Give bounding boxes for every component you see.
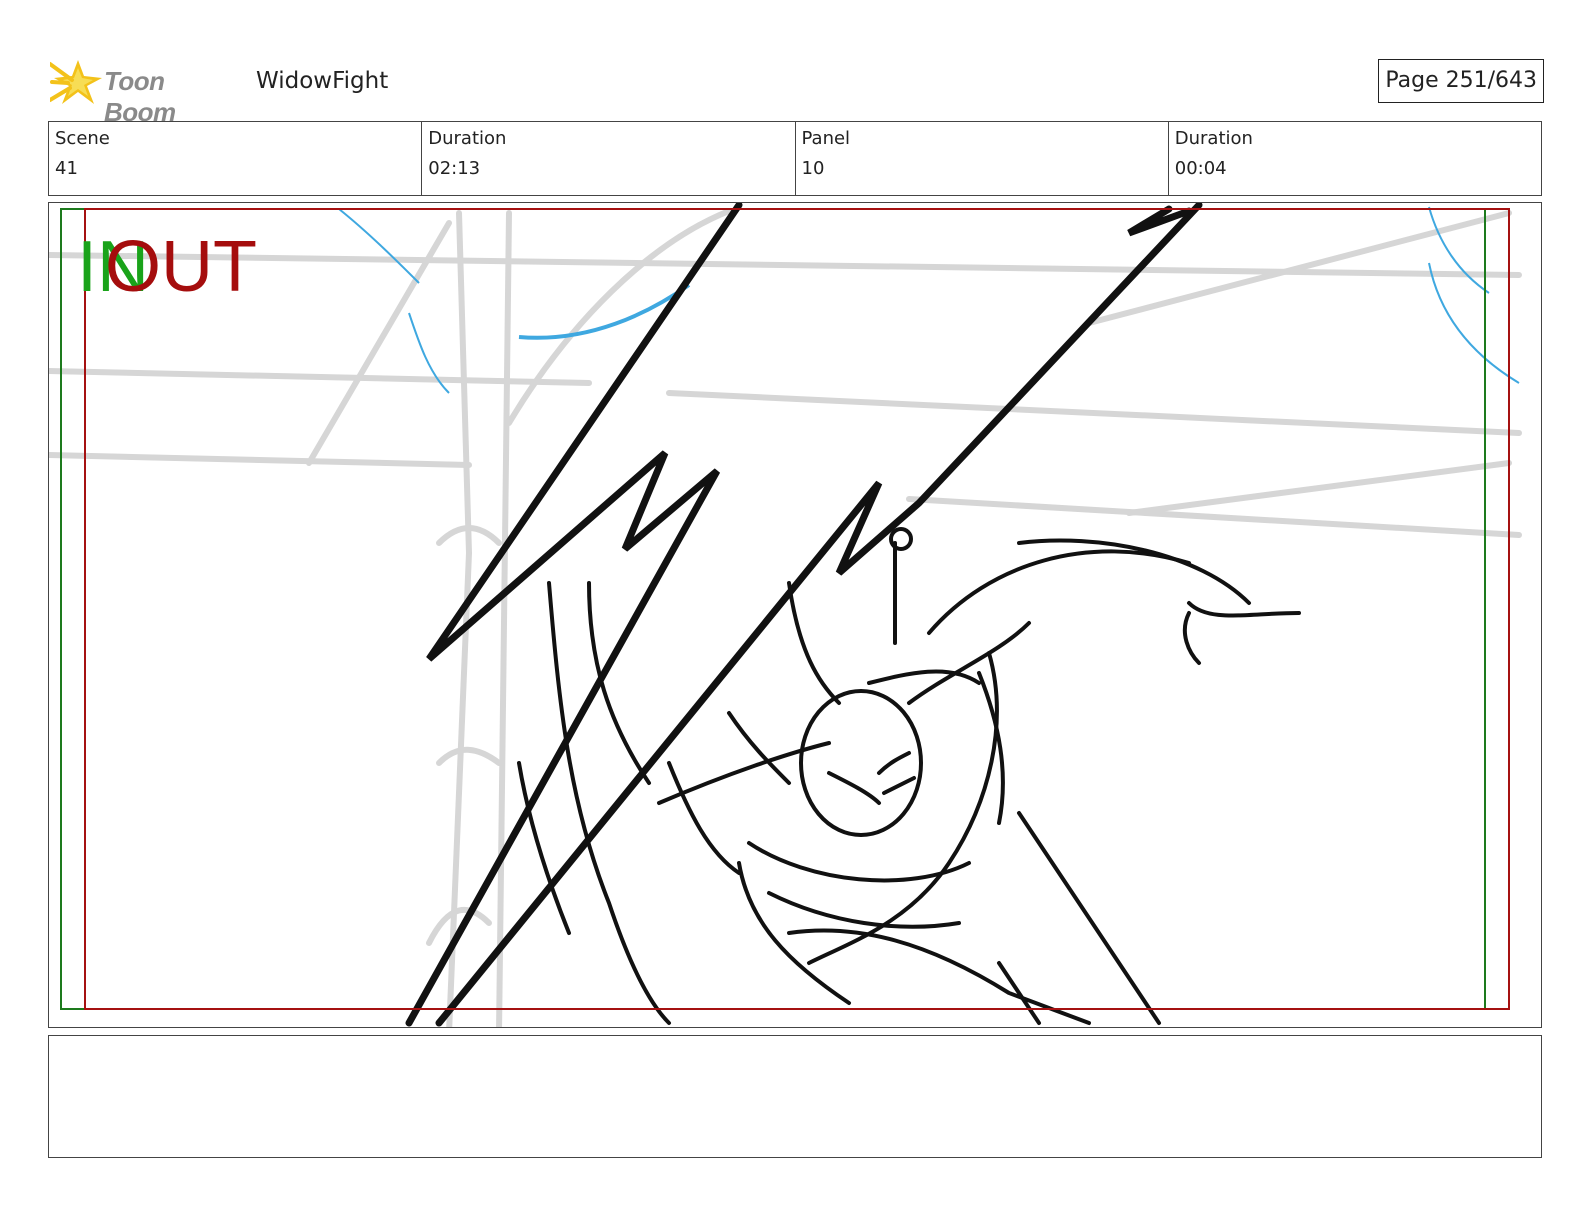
project-title: WidowFight [256, 68, 389, 94]
page-indicator: Page 251/643 [1378, 59, 1544, 103]
panel-cell: Panel 10 [796, 122, 1169, 195]
toon-boom-logo: Toon Boom [48, 56, 240, 127]
scene-duration-value: 02:13 [428, 158, 481, 179]
panel-duration-cell: Duration 00:04 [1169, 122, 1541, 195]
page-header: Toon Boom WidowFight Page 251/643 [48, 56, 1544, 127]
scene-cell: Scene 41 [49, 122, 423, 195]
notes-area [48, 1035, 1542, 1158]
storyboard-panel: IN OUT [48, 202, 1542, 1028]
scene-value: 41 [55, 158, 78, 179]
panel-value: 10 [801, 158, 825, 179]
panel-label: Panel [801, 128, 851, 149]
out-marker: OUT [105, 227, 257, 307]
panel-duration-label: Duration [1174, 128, 1253, 149]
panel-duration-value: 00:04 [1174, 158, 1227, 179]
scene-info-table: Scene 41 Duration 02:13 Panel 10 Duratio… [48, 121, 1542, 196]
scene-duration-cell: Duration 02:13 [422, 122, 796, 195]
logo-text: Toon Boom [104, 66, 176, 127]
scene-label: Scene [55, 128, 110, 149]
panel-sketch [49, 203, 1522, 1027]
toon-boom-star-icon [48, 60, 102, 104]
scene-duration-label: Duration [428, 128, 507, 149]
